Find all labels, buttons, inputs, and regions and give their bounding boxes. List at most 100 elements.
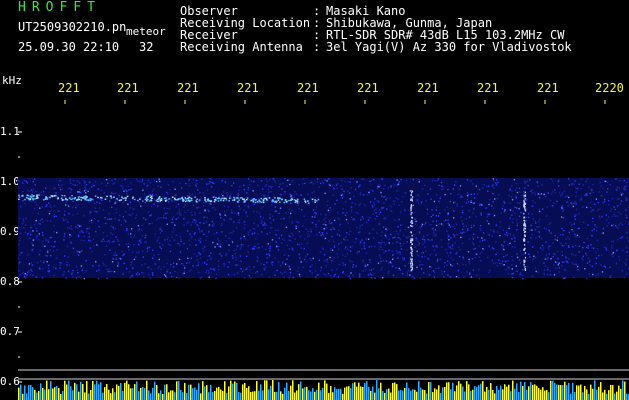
noise-bar: [192, 388, 194, 400]
noise-speck: [591, 247, 593, 249]
noise-speck: [359, 185, 361, 187]
noise-speck: [210, 268, 212, 270]
y-axis-unit: kHz: [2, 74, 22, 87]
noise-speck: [40, 194, 43, 196]
noise-speck: [342, 264, 345, 266]
noise-bar: [324, 380, 326, 400]
noise-speck: [509, 242, 511, 245]
noise-speck: [23, 180, 26, 182]
noise-speck: [111, 241, 114, 243]
noise-speck: [553, 264, 555, 266]
noise-speck: [383, 196, 385, 198]
noise-speck: [265, 178, 268, 180]
noise-speck: [77, 254, 80, 256]
noise-speck: [208, 183, 210, 185]
noise-speck: [609, 183, 612, 186]
noise-speck: [151, 222, 153, 224]
noise-speck: [22, 190, 24, 193]
noise-speck: [325, 265, 327, 267]
noise-speck: [276, 269, 278, 272]
noise-speck: [576, 208, 578, 211]
noise-speck: [576, 187, 579, 190]
noise-speck: [294, 238, 296, 240]
noise-speck: [612, 215, 614, 217]
meteor-echo-speck: [124, 199, 127, 201]
noise-speck: [230, 209, 233, 211]
noise-speck: [75, 265, 78, 268]
noise-speck: [271, 201, 273, 203]
noise-speck: [381, 241, 383, 243]
noise-speck: [218, 239, 220, 242]
meteor-echo-speck: [225, 199, 228, 201]
noise-speck: [148, 223, 151, 225]
noise-speck: [228, 261, 230, 263]
noise-speck: [520, 211, 522, 214]
noise-bar: [82, 383, 84, 400]
noise-speck: [63, 233, 66, 235]
noise-speck: [331, 184, 334, 187]
noise-speck: [466, 192, 469, 194]
noise-speck: [298, 253, 300, 256]
noise-speck: [386, 208, 388, 210]
noise-speck: [398, 204, 400, 206]
noise-speck: [271, 239, 274, 241]
noise-speck: [409, 274, 411, 276]
noise-speck: [349, 178, 352, 180]
noise-bar: [296, 390, 298, 400]
meteor-echo-speck: [236, 200, 239, 203]
noise-speck: [23, 276, 26, 278]
noise-speck: [114, 202, 116, 204]
noise-speck: [331, 229, 333, 231]
noise-speck: [359, 231, 361, 233]
noise-speck: [243, 221, 246, 223]
noise-speck: [176, 212, 179, 215]
noise-speck: [231, 255, 234, 257]
noise-speck: [493, 207, 495, 209]
noise-speck: [446, 264, 448, 266]
noise-speck: [190, 237, 193, 239]
noise-speck: [253, 232, 256, 234]
noise-speck: [518, 259, 521, 261]
noise-speck: [346, 212, 348, 214]
noise-speck: [500, 244, 503, 246]
noise-speck: [462, 223, 464, 225]
meteor-echo-speck: [296, 200, 299, 203]
noise-speck: [499, 234, 501, 237]
meteor-echo-speck: [243, 199, 246, 201]
noise-speck: [272, 219, 275, 221]
noise-speck: [83, 235, 86, 238]
noise-speck: [487, 245, 490, 247]
noise-speck: [304, 238, 306, 240]
noise-speck: [166, 223, 168, 225]
noise-speck: [400, 248, 403, 250]
noise-speck: [538, 225, 540, 228]
noise-speck: [572, 262, 574, 264]
meteor-echo-speck: [29, 195, 32, 198]
noise-speck: [547, 192, 549, 194]
noise-speck: [616, 249, 618, 252]
noise-bar: [280, 391, 282, 400]
noise-speck: [470, 201, 472, 204]
noise-speck: [145, 241, 147, 243]
noise-speck: [352, 218, 354, 220]
noise-speck: [337, 276, 340, 278]
noise-speck: [504, 209, 506, 211]
noise-speck: [492, 229, 495, 231]
noise-speck: [526, 208, 528, 210]
noise-speck: [623, 179, 626, 182]
noise-speck: [165, 275, 167, 277]
noise-speck: [239, 255, 241, 257]
meteor-echo-speck: [116, 198, 118, 200]
noise-speck: [262, 224, 264, 226]
noise-speck: [189, 244, 191, 246]
noise-bar: [304, 387, 306, 400]
noise-speck: [305, 261, 308, 263]
file-name: UT2509302210.pn: [18, 20, 127, 34]
noise-speck: [595, 257, 598, 259]
noise-speck: [448, 224, 451, 226]
noise-speck: [478, 245, 480, 247]
noise-speck: [341, 179, 343, 182]
noise-bar: [158, 393, 160, 400]
noise-speck: [382, 277, 384, 279]
meteor-streak-speck: [523, 227, 525, 230]
